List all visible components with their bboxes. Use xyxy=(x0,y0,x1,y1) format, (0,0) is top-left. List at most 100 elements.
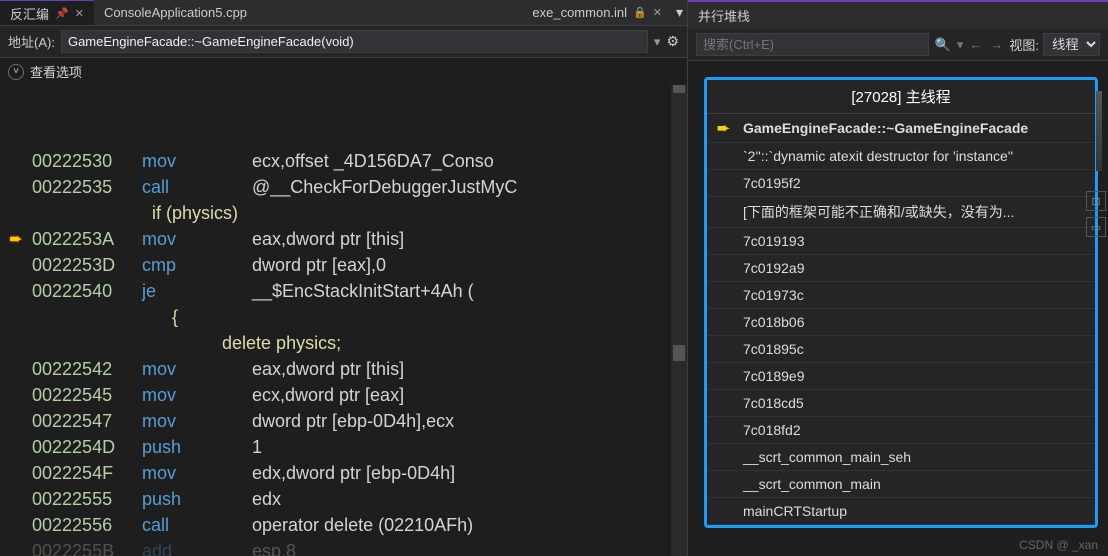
stack-frame[interactable]: 7c01895c xyxy=(707,336,1095,363)
parallel-stacks-title: 并行堆栈 xyxy=(688,2,1108,29)
opcode: cmp xyxy=(142,255,252,276)
operands: eax,dword ptr [this] xyxy=(252,359,687,380)
address: 00222530 xyxy=(32,151,142,172)
frame-label: __scrt_common_main_seh xyxy=(743,449,911,465)
search-icon[interactable]: 🔍 xyxy=(935,37,951,53)
watermark: CSDN @ _xan xyxy=(1019,538,1098,552)
frame-label: `2''::`dynamic atexit destructor for 'in… xyxy=(743,148,1013,164)
stack-frame[interactable]: 7c019193 xyxy=(707,228,1095,255)
opcode: mov xyxy=(142,151,252,172)
stack-frame[interactable]: 7c0195f2 xyxy=(707,170,1095,197)
dropdown-icon[interactable]: ▾ xyxy=(654,34,661,50)
disasm-line[interactable]: 00222540je__$EncStackInitStart+4Ah ( xyxy=(0,278,687,304)
stack-frame[interactable]: __scrt_common_main xyxy=(707,471,1095,498)
disasm-line[interactable]: if (physics) xyxy=(0,200,687,226)
disasm-line[interactable]: delete physics; xyxy=(0,330,687,356)
frame-label: [下面的框架可能不正确和/或缺失，没有为... xyxy=(743,202,1014,222)
stack-frame[interactable]: 7c0192a9 xyxy=(707,255,1095,282)
tab-source-file[interactable]: ConsoleApplication5.cpp xyxy=(94,0,257,26)
tab-disassembly[interactable]: 反汇编 📌 ✕ xyxy=(0,0,94,25)
operands: eax,dword ptr [this] xyxy=(252,229,687,250)
view-select[interactable]: 线程 xyxy=(1043,33,1100,56)
vertical-scrollbar[interactable] xyxy=(671,85,687,556)
nav-forward-icon[interactable]: → xyxy=(990,37,1003,52)
left-tab-bar: 反汇编 📌 ✕ ConsoleApplication5.cpp exe_comm… xyxy=(0,0,687,26)
autofit-icon[interactable]: ⊡ xyxy=(1086,191,1106,211)
stack-frame[interactable]: `2''::`dynamic atexit destructor for 'in… xyxy=(707,143,1095,170)
frame-label: 7c01895c xyxy=(743,341,804,357)
view-label: 视图: xyxy=(1009,35,1039,54)
stack-frame[interactable]: mainCRTStartup xyxy=(707,498,1095,525)
lock-icon: 🔒 xyxy=(633,6,647,19)
frame-label: 7c019193 xyxy=(743,233,805,249)
disasm-line[interactable]: { xyxy=(0,304,687,330)
disasm-line[interactable]: 0022253Dcmpdword ptr [eax],0 xyxy=(0,252,687,278)
stack-frame[interactable]: 7c0189e9 xyxy=(707,363,1095,390)
stack-frame[interactable]: __scrt_common_main_seh xyxy=(707,444,1095,471)
source-line: if (physics) xyxy=(32,203,238,224)
stack-frame[interactable]: 7c018b06 xyxy=(707,309,1095,336)
stack-frame[interactable]: [下面的框架可能不正确和/或缺失，没有为... xyxy=(707,197,1095,228)
stack-frame[interactable]: 7c018cd5 xyxy=(707,390,1095,417)
tab-label: exe_common.inl xyxy=(532,5,627,20)
current-instruction-arrow-icon: ➨ xyxy=(9,229,22,249)
opcode: call xyxy=(142,515,252,536)
operands: dword ptr [ebp-0D4h],ecx xyxy=(252,411,687,432)
frame-label: 7c01973c xyxy=(743,287,804,303)
disasm-line[interactable]: 0022255Baddesp,8 xyxy=(0,538,687,556)
disasm-line[interactable]: 00222530movecx,offset _4D156DA7_Conso xyxy=(0,148,687,174)
address: 00222535 xyxy=(32,177,142,198)
disasm-line[interactable]: 00222545movecx,dword ptr [eax] xyxy=(0,382,687,408)
opcode: mov xyxy=(142,385,252,406)
gear-icon[interactable]: ⚙ xyxy=(666,33,679,50)
tab-label: 反汇编 xyxy=(10,4,49,23)
overview-icon[interactable]: ▭ xyxy=(1086,217,1106,237)
frame-label: 7c0189e9 xyxy=(743,368,805,384)
address: 0022254D xyxy=(32,437,142,458)
address: 00222545 xyxy=(32,385,142,406)
nav-back-icon[interactable]: ← xyxy=(969,37,982,52)
close-icon[interactable]: ✕ xyxy=(653,6,662,19)
address: 00222540 xyxy=(32,281,142,302)
address: 00222547 xyxy=(32,411,142,432)
zoom-slider[interactable] xyxy=(1096,91,1102,171)
stack-frame[interactable]: ➨GameEngineFacade::~GameEngineFacade xyxy=(707,114,1095,143)
disasm-line[interactable]: 00222547movdword ptr [ebp-0D4h],ecx xyxy=(0,408,687,434)
opcode: add xyxy=(142,541,252,556)
disassembly-view: 00222530movecx,offset _4D156DA7_Conso002… xyxy=(0,85,687,556)
address-input[interactable] xyxy=(61,30,648,53)
stacks-canvas[interactable]: ⊡ ▭ [27028] 主线程 ➨GameEngineFacade::~Game… xyxy=(688,61,1108,556)
disasm-line[interactable]: 0022254Dpush1 xyxy=(0,434,687,460)
opcode: push xyxy=(142,437,252,458)
address: 00222556 xyxy=(32,515,142,536)
stack-frame[interactable]: 7c018fd2 xyxy=(707,417,1095,444)
disasm-line[interactable]: 00222555pushedx xyxy=(0,486,687,512)
address: 0022255B xyxy=(32,541,142,556)
frame-label: 7c0195f2 xyxy=(743,175,801,191)
operands: operator delete (02210AFh) xyxy=(252,515,687,536)
opcode: mov xyxy=(142,463,252,484)
operands: 1 xyxy=(252,437,687,458)
disasm-line[interactable]: 00222535call@__CheckForDebuggerJustMyC xyxy=(0,174,687,200)
disasm-line[interactable]: 00222556calloperator delete (02210AFh) xyxy=(0,512,687,538)
opcode: call xyxy=(142,177,252,198)
dropdown-icon[interactable]: ▾ xyxy=(957,37,964,53)
disasm-line[interactable]: 0022254Fmovedx,dword ptr [ebp-0D4h] xyxy=(0,460,687,486)
pin-icon[interactable]: 📌 xyxy=(55,7,69,20)
thread-header[interactable]: [27028] 主线程 xyxy=(707,80,1095,114)
opcode: mov xyxy=(142,359,252,380)
chevron-down-icon[interactable]: ˅ xyxy=(8,64,24,80)
search-input[interactable] xyxy=(696,33,929,56)
tab-label: ConsoleApplication5.cpp xyxy=(104,5,247,20)
frame-label: 7c018b06 xyxy=(743,314,805,330)
operands: ecx,offset _4D156DA7_Conso xyxy=(252,151,687,172)
close-icon[interactable]: ✕ xyxy=(75,7,84,20)
disasm-line[interactable]: 00222542moveax,dword ptr [this] xyxy=(0,356,687,382)
stack-frame[interactable]: 7c01973c xyxy=(707,282,1095,309)
disasm-line[interactable]: ➨0022253Amoveax,dword ptr [this] xyxy=(0,226,687,252)
source-line: { xyxy=(32,307,178,328)
tab-exe-common[interactable]: exe_common.inl 🔒 ✕ xyxy=(522,0,672,26)
frame-label: 7c0192a9 xyxy=(743,260,805,276)
options-row[interactable]: ˅ 查看选项 xyxy=(0,58,687,85)
chevron-down-icon[interactable]: ▾ xyxy=(672,4,687,21)
